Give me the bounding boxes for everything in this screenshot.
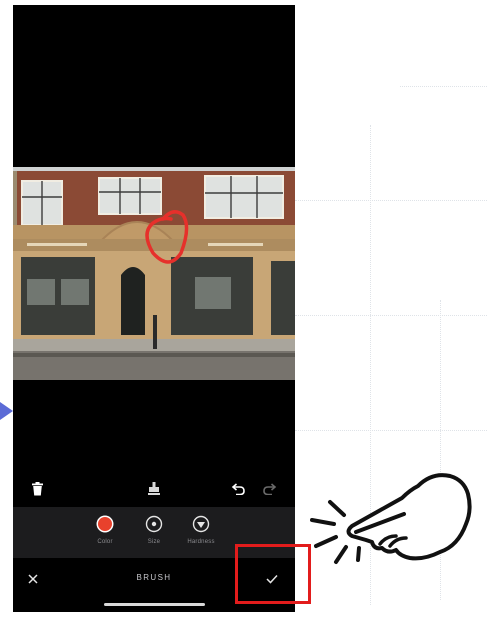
guide-line bbox=[295, 430, 487, 431]
trash-icon bbox=[31, 482, 43, 496]
size-icon bbox=[145, 515, 163, 533]
arrow-right-icon bbox=[0, 402, 13, 420]
guide-line bbox=[400, 86, 487, 87]
phone-screen: Color Size Hardness BRUSH bbox=[13, 5, 295, 612]
photo-canvas[interactable] bbox=[13, 167, 295, 380]
redo-icon bbox=[263, 483, 277, 495]
hardness-option[interactable]: Hardness bbox=[173, 515, 229, 545]
pointing-hand-icon bbox=[310, 473, 472, 564]
size-option-label: Size bbox=[147, 539, 161, 545]
stamp-icon bbox=[148, 482, 160, 495]
color-option[interactable]: Color bbox=[77, 515, 133, 545]
stamp-button[interactable] bbox=[144, 471, 164, 507]
guide-line bbox=[295, 315, 487, 316]
hardness-option-label: Hardness bbox=[187, 539, 215, 545]
redo-button[interactable] bbox=[259, 471, 281, 507]
undo-icon bbox=[231, 483, 245, 495]
color-option-label: Color bbox=[97, 539, 113, 545]
color-swatch-icon bbox=[96, 515, 114, 533]
guide-line bbox=[295, 200, 487, 201]
hardness-icon bbox=[192, 515, 210, 533]
home-indicator bbox=[104, 603, 205, 606]
edit-toolbar bbox=[13, 471, 295, 507]
undo-button[interactable] bbox=[227, 471, 249, 507]
delete-button[interactable] bbox=[27, 471, 47, 507]
